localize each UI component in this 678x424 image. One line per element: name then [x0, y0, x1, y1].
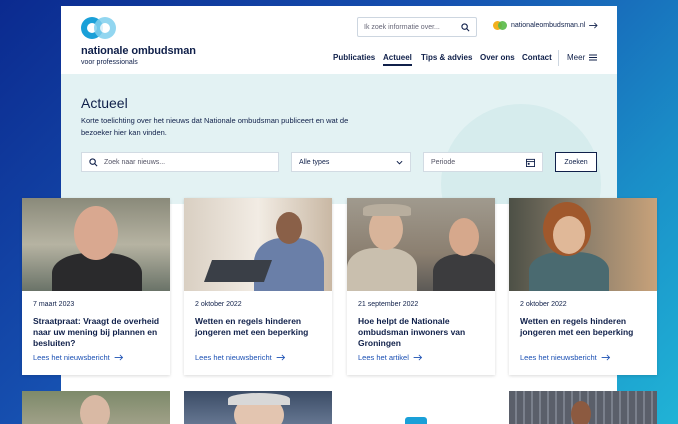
card-photo [22, 198, 170, 291]
page-intro: Korte toelichting over het nieuws dat Na… [81, 116, 349, 137]
site-logo[interactable]: nationale ombudsman voor professionals [81, 17, 196, 66]
news-card[interactable]: 2 oktober 2022 Wetten en regels hinderen… [509, 198, 657, 375]
type-select-value: Alle types [299, 158, 330, 166]
card-link-label: Lees het nieuwsbericht [33, 353, 110, 362]
news-card-partial[interactable] [22, 391, 170, 424]
nav-publicaties[interactable]: Publicaties [333, 53, 375, 62]
card-link[interactable]: Lees het artikel [358, 353, 423, 362]
logo-mark-icon [81, 17, 117, 41]
arrow-right-icon [601, 354, 610, 361]
nav-tips-advies[interactable]: Tips & advies [421, 53, 472, 62]
card-date: 7 maart 2023 [33, 301, 75, 308]
chevron-down-icon [396, 160, 403, 165]
card-title[interactable]: Straatpraat: Vraagt de overheid naar uw … [33, 316, 163, 349]
card-photo [347, 198, 495, 291]
card-link[interactable]: Lees het nieuwsbericht [520, 353, 611, 362]
search-icon [89, 157, 98, 166]
news-card[interactable]: 21 september 2022 Hoe helpt de Nationale… [347, 198, 495, 375]
site-header: nationale ombudsman voor professionals I… [61, 6, 617, 74]
card-title[interactable]: Hoe helpt de Nationale ombudsman inwoner… [358, 316, 488, 349]
external-site-link[interactable]: nationaleombudsman.nl [493, 21, 598, 30]
meer-menu-button[interactable]: Meer [567, 53, 598, 62]
arrow-right-icon [114, 354, 123, 361]
news-card-partial[interactable] [509, 391, 657, 424]
period-input[interactable]: Periode [423, 152, 543, 172]
news-card[interactable]: 7 maart 2023 Straatpraat: Vraagt de over… [22, 198, 170, 375]
card-title[interactable]: Wetten en regels hinderen jongeren met e… [195, 316, 325, 338]
page-title: Actueel [81, 95, 128, 111]
card-link-label: Lees het nieuwsbericht [195, 353, 272, 362]
card-link[interactable]: Lees het nieuwsbericht [33, 353, 124, 362]
card-date: 2 oktober 2022 [195, 301, 242, 308]
hero-section: Actueel Korte toelichting over het nieuw… [61, 74, 617, 204]
card-title[interactable]: Wetten en regels hinderen jongeren met e… [520, 316, 650, 338]
header-search-placeholder: Ik zoek informatie over... [364, 23, 440, 31]
card-link-label: Lees het nieuwsbericht [520, 353, 597, 362]
search-icon[interactable] [461, 22, 470, 32]
card-link-label: Lees het artikel [358, 353, 409, 362]
search-button[interactable]: Zoeken [555, 152, 597, 172]
nav-contact[interactable]: Contact [522, 53, 552, 62]
nav-over-ons[interactable]: Over ons [480, 53, 515, 62]
period-placeholder: Periode [431, 158, 456, 166]
card-date: 21 september 2022 [358, 301, 419, 308]
mini-logo-icon [493, 21, 507, 30]
nav-actueel[interactable]: Actueel [383, 53, 412, 66]
document-icon [405, 417, 427, 424]
news-search-input[interactable]: Zoek naar nieuws... [81, 152, 279, 172]
card-photo [509, 198, 657, 291]
meer-label: Meer [567, 53, 586, 62]
nav-divider [558, 50, 559, 66]
calendar-icon[interactable] [526, 158, 535, 167]
header-search-input[interactable]: Ik zoek informatie over... [357, 17, 477, 37]
arrow-right-icon [413, 354, 422, 361]
card-link[interactable]: Lees het nieuwsbericht [195, 353, 286, 362]
news-card-partial[interactable] [184, 391, 332, 424]
arrow-right-icon [589, 22, 598, 29]
logo-title: nationale ombudsman [81, 45, 196, 57]
type-select[interactable]: Alle types [291, 152, 411, 172]
external-site-label: nationaleombudsman.nl [511, 22, 586, 29]
card-photo [184, 198, 332, 291]
logo-subtitle: voor professionals [81, 59, 138, 66]
news-card-partial[interactable] [347, 391, 495, 424]
news-search-placeholder: Zoek naar nieuws... [104, 158, 166, 166]
hamburger-icon [589, 54, 598, 61]
card-date: 2 oktober 2022 [520, 301, 567, 308]
arrow-right-icon [276, 354, 285, 361]
news-card[interactable]: 2 oktober 2022 Wetten en regels hinderen… [184, 198, 332, 375]
